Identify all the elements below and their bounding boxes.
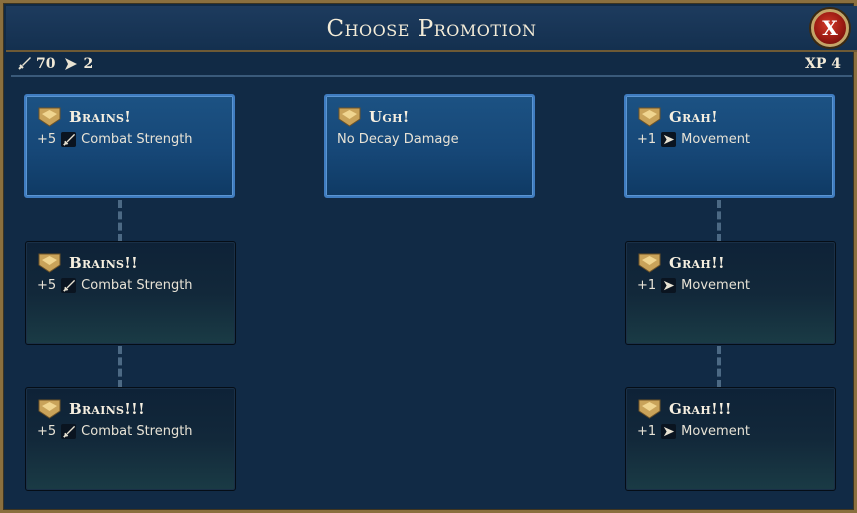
tree-connector: [118, 346, 122, 388]
unit-stats-bar: 70 2 XP 4: [6, 54, 857, 76]
rank-chevron-icon: [38, 399, 61, 419]
rank-chevron-icon: [38, 253, 61, 273]
divider: [11, 75, 852, 77]
promotion-card-brains-2[interactable]: Brains!! +5 Combat Strength: [25, 241, 236, 345]
tree-connector: [717, 200, 721, 242]
promotion-effect: Combat Strength: [81, 278, 193, 293]
tree-connector: [118, 200, 122, 242]
promotion-card-grah-2[interactable]: Grah!! +1 Movement: [625, 241, 836, 345]
promotion-bonus: +5: [37, 278, 57, 293]
title-bar: Choose Promotion X: [6, 6, 857, 52]
promotion-title: Grah!: [669, 107, 718, 126]
promotion-title: Brains!!!: [69, 399, 145, 418]
promotion-effect: Combat Strength: [81, 424, 193, 439]
sword-icon: [61, 132, 77, 147]
promotion-title: Grah!!: [669, 253, 725, 272]
close-button[interactable]: X: [811, 9, 849, 47]
xp-value: XP 4: [804, 56, 841, 72]
rank-chevron-icon: [638, 253, 661, 273]
rank-chevron-icon: [38, 107, 61, 127]
sword-icon: [18, 57, 31, 70]
arrow-icon: [661, 424, 677, 439]
close-label: X: [822, 16, 838, 40]
promotion-card-brains-1[interactable]: Brains! +5 Combat Strength: [24, 94, 235, 198]
tree-connector: [717, 346, 721, 388]
rank-chevron-icon: [638, 399, 661, 419]
promotion-bonus: +5: [37, 132, 57, 147]
sword-icon: [61, 278, 77, 293]
promotion-card-ugh[interactable]: Ugh! No Decay Damage: [324, 94, 535, 198]
rank-chevron-icon: [338, 107, 361, 127]
promotion-bonus: +1: [637, 132, 657, 147]
arrow-icon: [661, 278, 677, 293]
promotion-effect: Combat Strength: [81, 132, 193, 147]
promotion-effect: Movement: [681, 132, 751, 147]
promotion-title: Grah!!!: [669, 399, 732, 418]
promotion-effect: Movement: [681, 278, 751, 293]
promotion-title: Ugh!: [369, 107, 410, 126]
movement-value: 2: [83, 56, 94, 72]
promotion-window: Choose Promotion X 70 2 XP 4 Brains! +5 …: [0, 0, 857, 513]
promotion-title: Brains!!: [69, 253, 139, 272]
promotion-effect: No Decay Damage: [337, 132, 459, 147]
promotion-card-brains-3[interactable]: Brains!!! +5 Combat Strength: [25, 387, 236, 491]
movement-arrow-icon: [65, 58, 78, 70]
promotion-bonus: +1: [637, 278, 657, 293]
promotion-card-grah-1[interactable]: Grah! +1 Movement: [624, 94, 835, 198]
promotion-bonus: +1: [637, 424, 657, 439]
promotion-bonus: +5: [37, 424, 57, 439]
rank-chevron-icon: [638, 107, 661, 127]
arrow-icon: [661, 132, 677, 147]
combat-strength-value: 70: [36, 56, 56, 72]
promotion-title: Brains!: [69, 107, 132, 126]
sword-icon: [61, 424, 77, 439]
window-title: Choose Promotion: [326, 16, 537, 42]
unit-stats: 70 2: [16, 56, 93, 72]
promotion-card-grah-3[interactable]: Grah!!! +1 Movement: [625, 387, 836, 491]
promotion-effect: Movement: [681, 424, 751, 439]
